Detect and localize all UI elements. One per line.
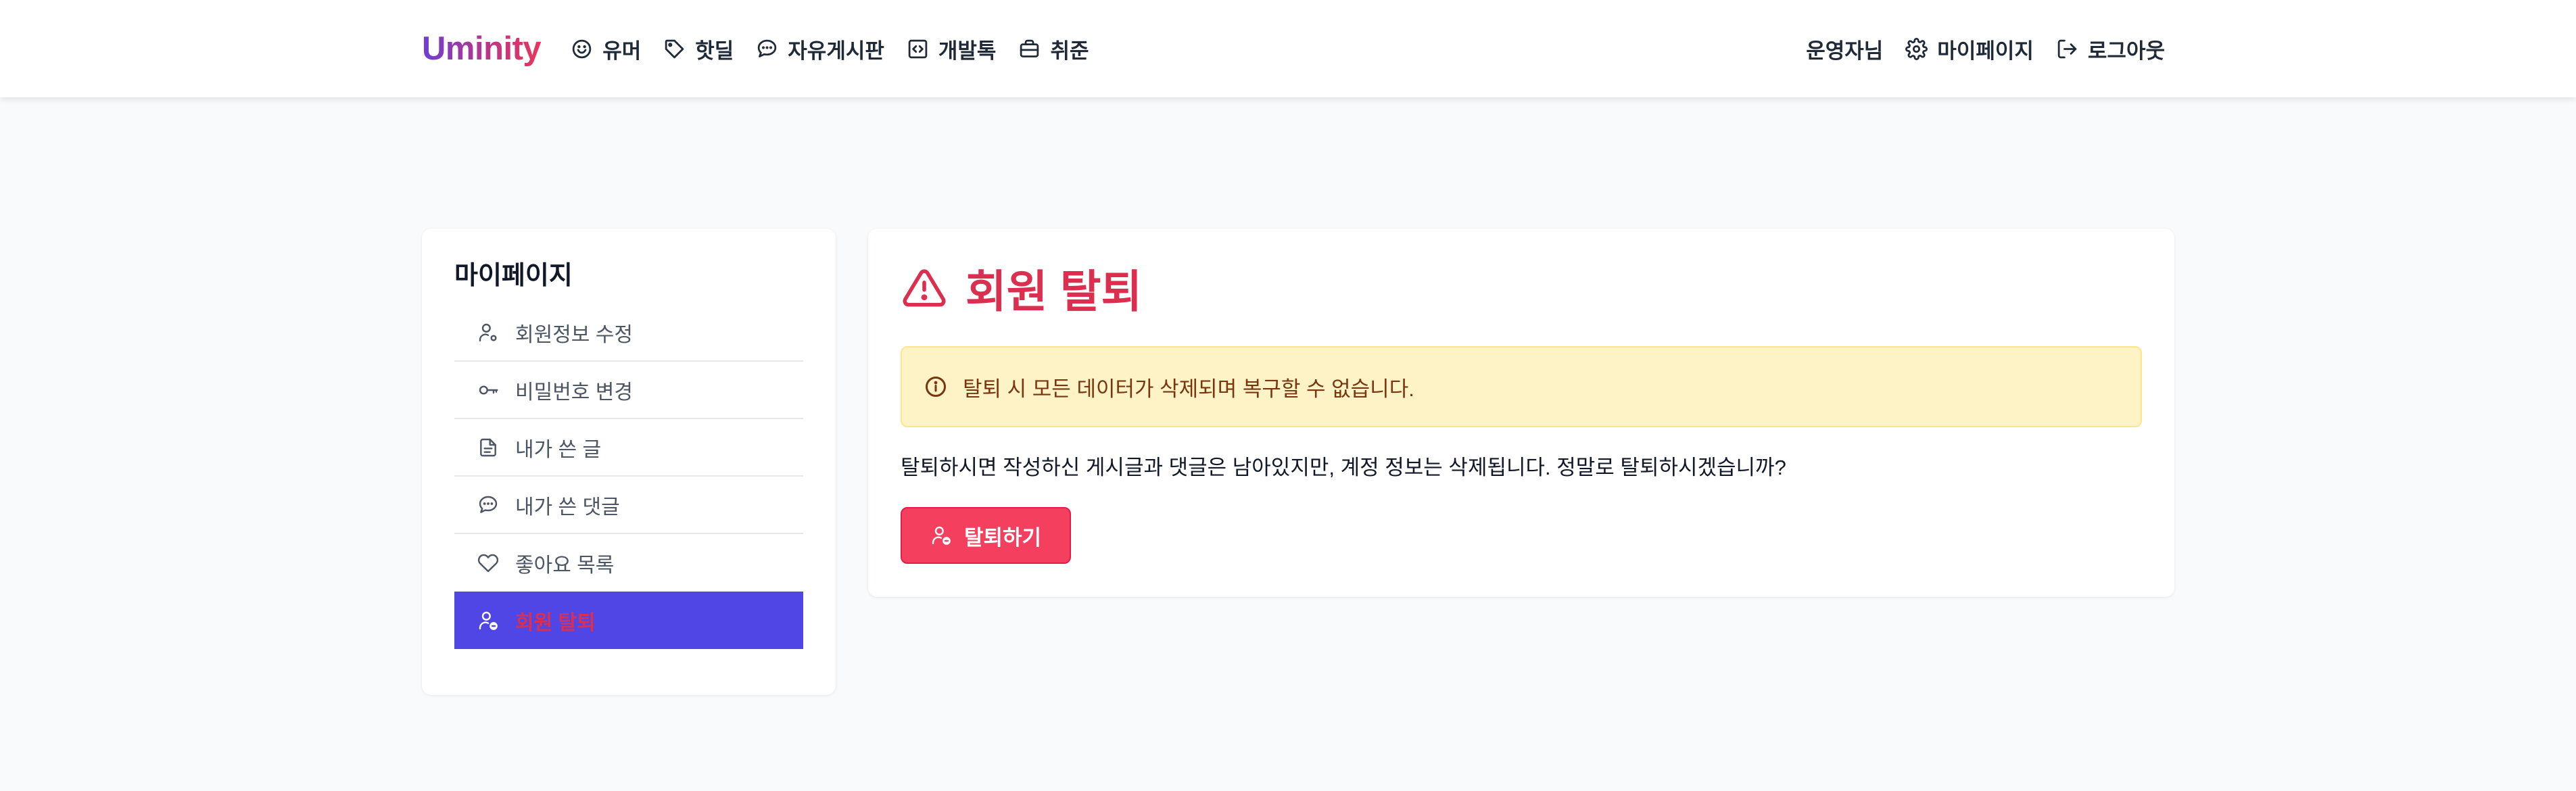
withdraw-card: 회원 탈퇴 탈퇴 시 모든 데이터가 삭제되며 복구할 수 없습니다. 탈퇴하시…: [868, 229, 2174, 597]
page-title-text: 회원 탈퇴: [965, 266, 1143, 316]
tag-icon: [665, 39, 684, 58]
key-icon: [479, 385, 498, 395]
sidebar-item-likes[interactable]: 좋아요 목록: [454, 534, 803, 592]
page-title: 회원 탈퇴: [901, 261, 2142, 316]
briefcase-icon: [1020, 39, 1039, 57]
warning-triangle-icon: [903, 269, 946, 307]
header-inner: Uminity 유머 핫딜 자유게시판 개발톡 취준 운영자님 마이페이지 로그…: [422, 0, 2165, 97]
sidebar-item-label: 회원정보 수정: [515, 323, 633, 346]
user-settings-icon: [479, 323, 497, 341]
sidebar-item-my-posts[interactable]: 내가 쓴 글: [454, 419, 803, 477]
info-icon: [926, 377, 946, 397]
nav-item-label: 취준: [1050, 39, 1089, 63]
logout-link[interactable]: 로그아웃: [2056, 34, 2165, 64]
withdraw-description: 탈퇴하시면 작성하신 게시글과 댓글은 남아있지만, 계정 정보는 삭제됩니다.…: [901, 456, 1786, 479]
mypage-label: 마이페이지: [1937, 39, 2034, 63]
user-remove-icon: [479, 611, 498, 630]
mypage-sidebar: 마이페이지 회원정보 수정 비밀번호 변경 내가 쓴 글 내가 쓴 댓글 좋아요…: [422, 229, 836, 695]
heart-icon: [477, 554, 499, 572]
sidebar-item-label: 내가 쓴 글: [515, 438, 602, 461]
nav-left: Uminity 유머 핫딜 자유게시판 개발톡 취준: [422, 30, 1112, 68]
user-remove-icon: [932, 526, 951, 545]
document-icon: [480, 438, 496, 456]
sidebar-title: 마이페이지: [454, 262, 573, 290]
nav-item-label: 자유게시판: [788, 39, 884, 63]
nav-item-humor[interactable]: 유머: [571, 34, 641, 64]
nav-item-dev-talk[interactable]: 개발톡: [907, 34, 997, 64]
sidebar-item-my-comments[interactable]: 내가 쓴 댓글: [454, 477, 803, 534]
nav-item-label: 유머: [602, 39, 642, 63]
sidebar-item-change-password[interactable]: 비밀번호 변경: [454, 362, 803, 419]
logo[interactable]: Uminity: [422, 30, 542, 68]
smile-icon: [572, 39, 592, 58]
sidebar-item-edit-profile[interactable]: 회원정보 수정: [454, 304, 803, 362]
logout-label: 로그아웃: [2087, 39, 2165, 63]
sidebar-item-label: 내가 쓴 댓글: [515, 496, 620, 519]
nav-item-label: 개발톡: [938, 39, 997, 63]
nav-right: 운영자님 마이페이지 로그아웃: [1806, 34, 2165, 64]
withdraw-button-label: 탈퇴하기: [963, 525, 1042, 550]
sidebar-item-label: 비밀번호 변경: [515, 381, 633, 404]
sidebar-item-label: 좋아요 목록: [515, 554, 615, 577]
chat-bubble-icon: [758, 39, 777, 57]
warning-alert: 탈퇴 시 모든 데이터가 삭제되며 복구할 수 없습니다.: [901, 346, 2142, 427]
nav-item-free-board[interactable]: 자유게시판: [756, 34, 884, 64]
chat-bubble-icon: [479, 496, 498, 513]
top-header: Uminity 유머 핫딜 자유게시판 개발톡 취준 운영자님 마이페이지 로그…: [0, 0, 2576, 97]
sidebar-item-label: 회원 탈퇴: [515, 611, 596, 634]
nav-item-hotdeal[interactable]: 핫딜: [663, 34, 734, 64]
code-icon: [908, 39, 928, 58]
nav-item-label: 핫딜: [695, 39, 734, 63]
mypage-link[interactable]: 마이페이지: [1905, 34, 2034, 64]
warning-text: 탈퇴 시 모든 데이터가 삭제되며 복구할 수 없습니다.: [963, 377, 1414, 401]
sidebar-item-withdraw[interactable]: 회원 탈퇴: [454, 592, 803, 649]
nav-item-job[interactable]: 취준: [1018, 34, 1089, 64]
gear-icon: [1905, 37, 1928, 60]
logout-icon: [2057, 39, 2077, 58]
withdraw-button[interactable]: 탈퇴하기: [901, 507, 1071, 564]
user-name: 운영자님: [1806, 39, 1884, 63]
